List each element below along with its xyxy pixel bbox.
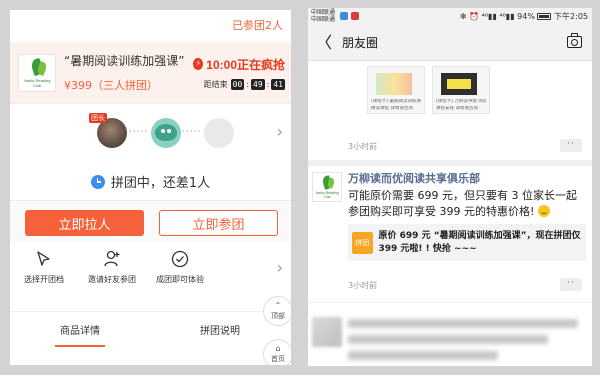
home-button[interactable]: ⌂ 首页 (263, 339, 291, 365)
product-card[interactable]: Yanliu Reading Club “暑期阅读训练加强课” ¥399（三人拼… (10, 42, 291, 103)
image-caption: 课程安排 详情请咨询 (436, 106, 478, 111)
step-invite: 邀请好友参团 (78, 248, 146, 298)
blurred-text (348, 351, 498, 360)
countdown-label: 距结束 (203, 79, 228, 89)
leader-badge: 团长 (89, 113, 107, 123)
group-status: 拼团中，还差1人 (10, 163, 291, 201)
step-label: 成团即可体验 (156, 275, 204, 284)
notification-icons (340, 12, 362, 20)
dots-separator: ····· (129, 127, 149, 137)
carrier-name: 中国联通 (311, 9, 336, 16)
detail-tabs: 商品详情 拼团说明 (10, 311, 291, 351)
product-info: “暑期阅读训练加强课” ¥399（三人拼团） (64, 52, 193, 93)
more-options-button[interactable]: ·· (560, 278, 582, 291)
avatar-face (155, 124, 177, 141)
tab-product-details[interactable]: 商品详情 (10, 312, 150, 351)
system-status: ✻ ⏰ ⁴⁶▮▮ ⁴⁶▮▮ 94% 下午2:05 (460, 11, 588, 22)
carrier-info: 中国联通 中国联通 (311, 9, 335, 23)
carrier-name: 中国联通 (311, 16, 336, 23)
logo-text: Yanliu Reading Club (23, 77, 51, 88)
countdown-minutes: 49 (251, 78, 265, 90)
arrow-up-icon: ⌃ (274, 301, 282, 310)
blurred-post (308, 309, 592, 366)
group-steps[interactable]: 选择开团档 邀请好友参团 成团即可体验 › (10, 242, 291, 298)
dots-separator: ····· (182, 127, 202, 137)
post-time: 3小时前 (348, 142, 378, 151)
battery-icon (537, 13, 552, 20)
joined-count: 已参团2人 (232, 19, 283, 32)
blurred-text (348, 319, 578, 328)
flash-sale-row: ⚡ 10:00正在疯抢 (193, 56, 285, 73)
group-members[interactable]: 团长 ····· ····· › (10, 103, 291, 163)
post-image[interactable]: [课程卡] 暑期阅读训练课程介绍 精读课程 详情请咨询 (367, 66, 425, 114)
join-group-button[interactable]: 立即参团 (159, 210, 278, 236)
product-title: “暑期阅读训练加强课” (64, 54, 185, 68)
countdown: 距结束 00 : 49 : 41 (193, 78, 285, 90)
image-caption: [课程卡] 暑期阅读训练课程介绍 (371, 99, 421, 104)
post-text: 可能原价需要 699 元，但只要有 3 位家长一起参团购买即可享受 399 元的… (348, 188, 586, 220)
cursor-icon (10, 248, 78, 270)
status-bar: 中国联通 中国联通 ✻ ⏰ ⁴⁶▮▮ ⁴⁶▮▮ 94% 下午2:05 (308, 8, 592, 25)
moments-page: 中国联通 中国联通 ✻ ⏰ ⁴⁶▮▮ ⁴⁶▮▮ 94% 下午2:05 〈 朋友圈… (308, 8, 592, 366)
nav-bar: 〈 朋友圈 (308, 25, 592, 61)
countdown-separator: : (266, 79, 270, 89)
home-label: 首页 (271, 355, 285, 363)
back-to-top-label: 顶部 (271, 312, 285, 320)
status-text: 拼团中，还差1人 (110, 176, 211, 191)
moment-post: Yanliu Reading Club 万柳读而优阅读共享俱乐部 可能原价需要 … (308, 166, 592, 303)
back-to-top-button[interactable]: ⌃ 顶部 (263, 296, 291, 326)
book-cover (376, 73, 412, 95)
app-notification-icon (351, 12, 359, 20)
step-label: 选择开团档 (24, 275, 64, 284)
avatar[interactable]: Yanliu Reading Club (312, 172, 342, 202)
product-price: ¥399（三人拼团） (64, 79, 158, 92)
empty-slot (204, 118, 234, 148)
app-notification-icon (340, 12, 348, 20)
page-title: 朋友圈 (342, 36, 379, 50)
image-caption: [课程卡] 万柳读书会 阅读书单推荐 (436, 99, 486, 104)
club-logo: Yanliu Reading Club (18, 53, 56, 92)
countdown-separator: : (246, 79, 250, 89)
countdown-seconds: 41 (271, 78, 285, 90)
link-title: 原价 699 元 “暑期阅读训练加强课”，现在拼团仅 399 元啦! ! 快抢 … (378, 230, 581, 254)
lightning-icon: ⚡ (193, 58, 204, 70)
shared-link-card[interactable]: 拼团 原价 699 元 “暑期阅读训练加强课”，现在拼团仅 399 元啦! ! … (348, 224, 586, 261)
avatar (312, 317, 342, 347)
avatar-eye (167, 129, 171, 133)
invite-button[interactable]: 立即拉人 (25, 210, 144, 236)
group-buy-tile: 拼团 (352, 231, 373, 254)
check-circle-icon (146, 248, 214, 270)
image-caption: 精读课程 详情请咨询 (371, 106, 413, 111)
camera-icon[interactable] (567, 33, 582, 48)
step-complete: 成团即可体验 (146, 248, 214, 298)
step-choose: 选择开团档 (10, 248, 78, 298)
flash-sale-info: ⚡ 10:00正在疯抢 距结束 00 : 49 : 41 (193, 56, 285, 90)
action-buttons: 立即拉人 立即参团 (10, 201, 291, 242)
step-label: 邀请好友参团 (88, 275, 136, 284)
group-buy-page: 已参团2人 Yanliu Reading Club “暑期阅读训练加强课” ¥3… (10, 10, 291, 365)
add-user-icon (78, 248, 146, 270)
more-options-button[interactable]: ·· (560, 139, 582, 152)
clock-time: 下午2:05 (554, 12, 588, 21)
previous-post: [课程卡] 暑期阅读训练课程介绍 精读课程 详情请咨询 [课程卡] 万柳读书会 … (308, 61, 592, 166)
logo-text: Yanliu Reading Club (315, 191, 339, 199)
chevron-right-icon[interactable]: › (277, 258, 283, 277)
signal-icons: ✻ ⏰ ⁴⁶▮▮ ⁴⁶▮▮ 94% (459, 12, 535, 21)
post-time: 3小时前 (348, 281, 378, 290)
countdown-hours: 00 (230, 78, 245, 90)
back-arrow-icon[interactable]: 〈 (316, 34, 332, 51)
chevron-right-icon[interactable]: › (277, 122, 283, 141)
post-author[interactable]: 万柳读而优阅读共享俱乐部 (348, 170, 480, 186)
home-icon: ⌂ (275, 344, 281, 353)
smile-emoji-icon (537, 205, 550, 217)
flash-sale-text: 10:00正在疯抢 (206, 57, 285, 72)
clock-icon (90, 174, 105, 189)
joined-count-bar: 已参团2人 (10, 10, 291, 42)
blurred-text (348, 335, 548, 344)
post-image[interactable]: [课程卡] 万柳读书会 阅读书单推荐 课程安排 详情请咨询 (432, 66, 490, 114)
avatar-eye (161, 129, 165, 133)
book-cover (441, 73, 477, 95)
avatar-member (151, 118, 181, 148)
